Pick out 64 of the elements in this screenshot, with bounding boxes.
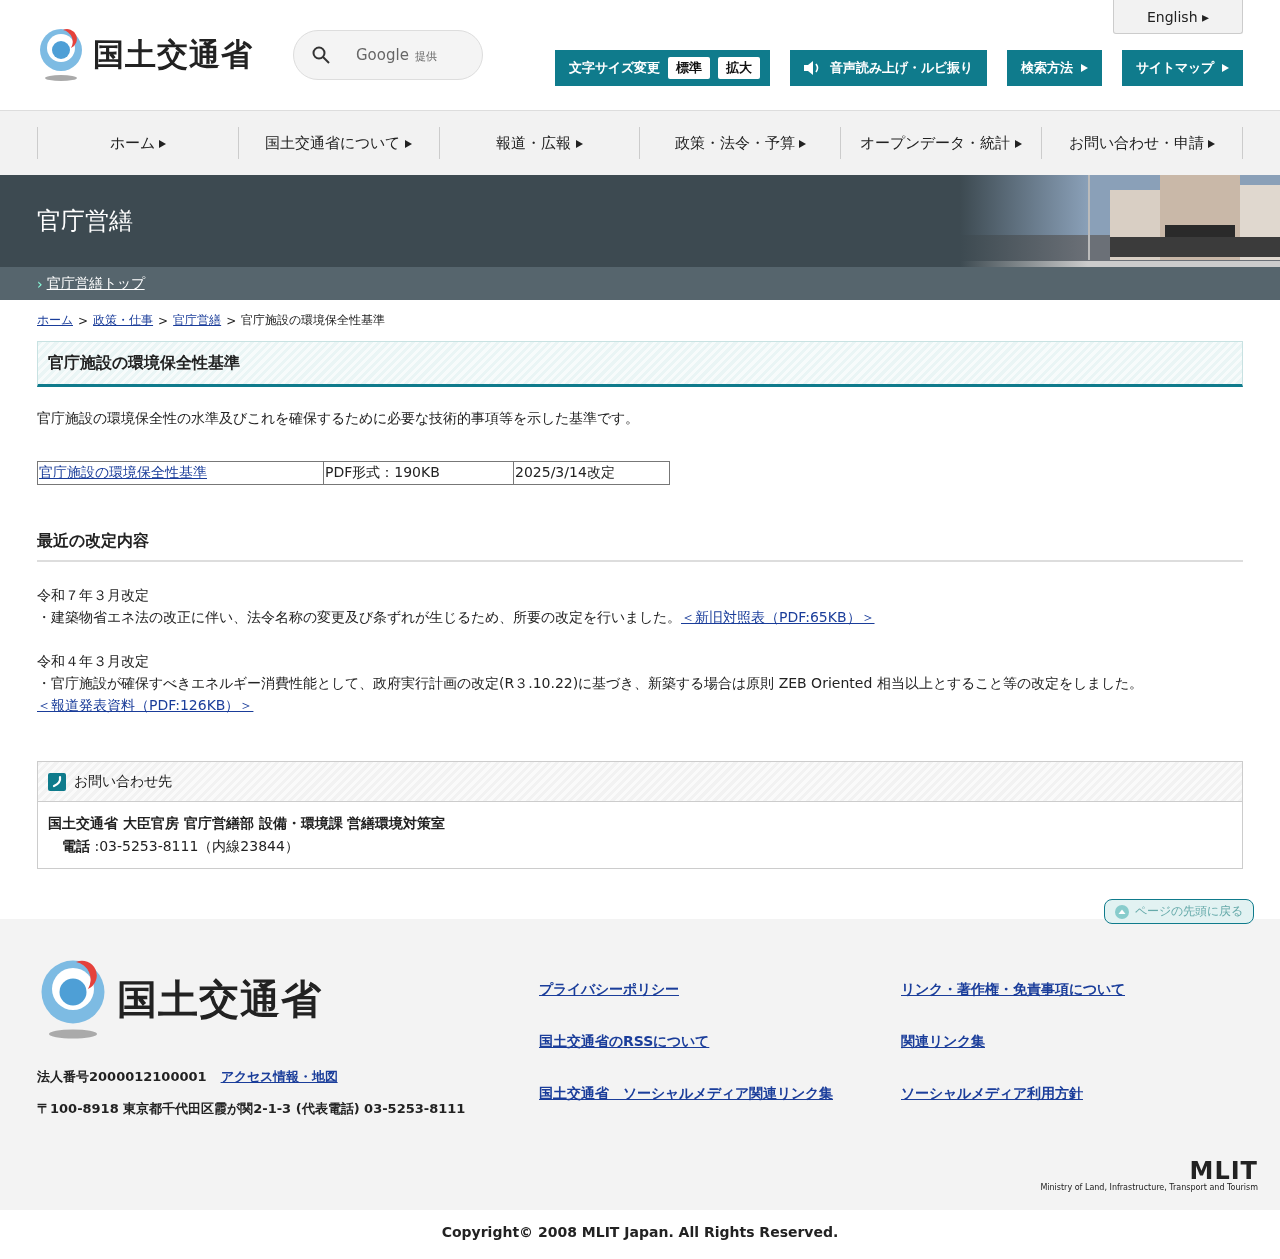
revision-date: 令和７年３月改定 <box>37 586 150 605</box>
nav-item[interactable]: 報道・広報 <box>438 127 640 159</box>
banner-title: 官庁営繕 <box>37 206 133 237</box>
up-icon <box>1115 904 1129 919</box>
font-size-option[interactable]: 拡大 <box>718 57 760 79</box>
mlit-logo: MLIT <box>1189 1159 1258 1183</box>
caret-icon <box>159 140 167 148</box>
copyright-text: Copyright© 2008 MLIT Japan. All Rights Reserved. <box>441 1224 839 1240</box>
font-size-label: 文字サイズ変更 <box>569 59 660 77</box>
department-name: 国土交通省 大臣官房 官庁営繕部 設備・環境課 営繕環境対策室 <box>48 814 447 833</box>
nav-item[interactable]: 国土交通省について <box>237 127 439 159</box>
breadcrumb-separator: > <box>226 313 237 328</box>
nav-item[interactable]: オープンデータ・統計 <box>840 127 1042 159</box>
address-text: 〒100-8918 東京都千代田区霞が関2-1-3 (代表電話) 03-5253-8111 <box>37 1100 467 1118</box>
footer-link[interactable]: 国土交通省 ソーシャルメディア関連リンク集 <box>539 1085 901 1103</box>
caret-icon <box>575 140 583 148</box>
caret-icon <box>1081 64 1088 72</box>
caret-icon <box>1208 140 1216 148</box>
breadcrumb-link[interactable]: ホーム <box>37 312 73 329</box>
footer-link[interactable]: リンク・著作権・免責事項について <box>901 981 1243 999</box>
caret-icon <box>799 140 807 148</box>
breadcrumb-link[interactable]: 官庁営繕 <box>173 312 222 329</box>
revision-date: 令和４年３月改定 <box>37 652 150 671</box>
breadcrumb-separator: > <box>158 313 169 328</box>
nav-item[interactable]: お問い合わせ・申請 <box>1041 127 1243 159</box>
logo-text: 国土交通省 <box>93 35 253 74</box>
revision-text: ・建築物省エネ法の改正に伴い、法令名称の変更及び条ずれが生じるため、所要の改定を行いました。＜新旧対照表（PDF:65KB）＞ <box>37 608 876 627</box>
search-field[interactable]: Google 提供 <box>293 30 483 80</box>
breadcrumb-current: 官庁施設の環境保全性基準 <box>241 312 386 329</box>
font-size-option[interactable]: 標準 <box>668 57 710 79</box>
footer-link[interactable]: 関連リンク集 <box>901 1033 1243 1051</box>
chevron-icon: › <box>37 275 43 292</box>
phone-number: 電話 :03-5253-8111（内線23844） <box>61 837 300 856</box>
revision-text: ・官庁施設が確保すべきエネルギー消費性能として、政府実行計画の改定(R３.10.22)に基づき、新築する場合は原則 ZEB Oriented 相当以上とすること等の改定をしました。 ＜報道発表資料（PDF:126KB）＞ <box>37 674 1144 715</box>
footer-link[interactable]: 国土交通省のRSSについて <box>539 1033 901 1051</box>
contact-title: お問い合わせ先 <box>74 772 172 791</box>
revision-link[interactable]: ＜報道発表資料（PDF:126KB）＞ <box>37 697 254 713</box>
caret-icon <box>405 140 413 148</box>
header-button[interactable]: 検索方法 <box>1007 50 1102 86</box>
search-icon <box>312 46 330 64</box>
page-title: 官庁施設の環境保全性基準 <box>37 341 1243 387</box>
breadcrumb-separator: > <box>78 313 89 328</box>
phone-icon <box>48 772 66 791</box>
nav-item[interactable]: ホーム <box>37 127 238 159</box>
caret-icon <box>1015 140 1023 148</box>
intro-text: 官庁施設の環境保全性の水準及びこれを確保するために必要な技術的事項等を示した基準です。 <box>37 409 640 428</box>
emblem-icon <box>37 28 85 82</box>
access-link[interactable]: アクセス情報・地図 <box>220 1068 338 1086</box>
section-heading: 最近の改定内容 <box>37 531 1243 562</box>
language-button[interactable]: English ▸ <box>1113 0 1243 34</box>
caret-icon <box>1222 64 1229 72</box>
footer-link[interactable]: プライバシーポリシー <box>539 981 901 999</box>
revision-link[interactable]: ＜新旧対照表（PDF:65KB）＞ <box>681 609 875 625</box>
read-aloud-button[interactable]: 音声読み上げ・ルビ振り <box>790 50 987 86</box>
corporate-number: 法人番号2000012100001 <box>37 1068 207 1086</box>
breadcrumb-link[interactable]: 政策・仕事 <box>93 312 154 329</box>
table-cell: PDF形式：190KB <box>323 461 514 485</box>
footer-link[interactable]: ソーシャルメディア利用方針 <box>901 1085 1243 1103</box>
nav-item[interactable]: 政策・法令・予算 <box>639 127 841 159</box>
header-button[interactable]: サイトマップ <box>1122 50 1243 86</box>
section-link[interactable]: 官庁営繕トップ <box>46 274 145 293</box>
mlit-caption: Ministry of Land, Infrastructure, Transport and Tourism <box>1040 1183 1258 1192</box>
logo-text: 国土交通省 <box>117 975 322 1024</box>
table-cell: 2025/3/14改定 <box>513 461 670 485</box>
